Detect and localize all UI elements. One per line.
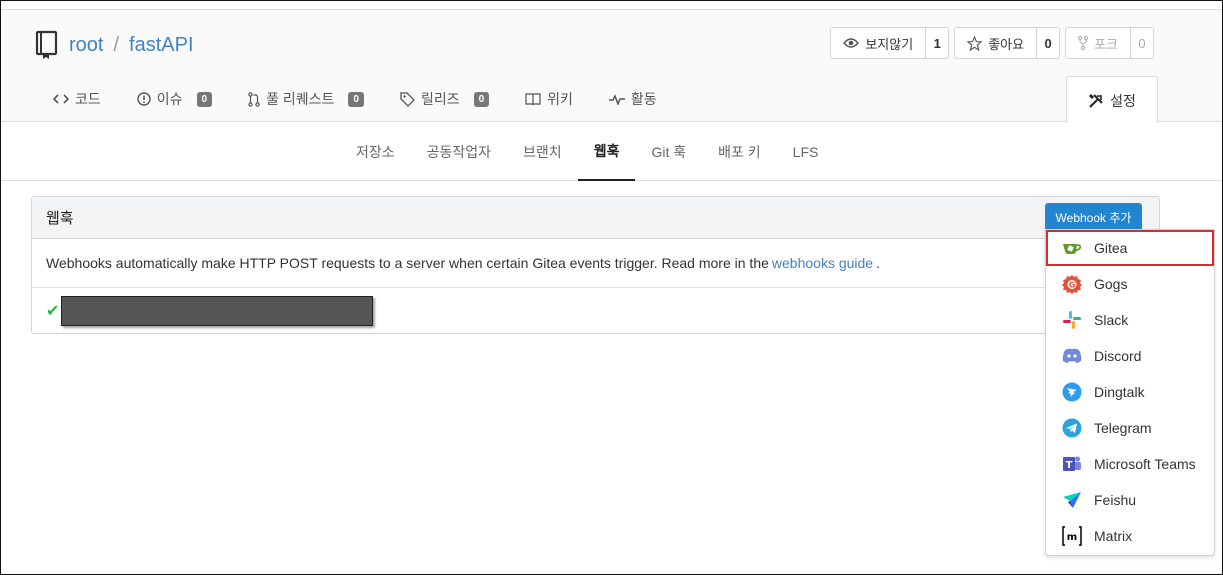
tab-issues-label: 이슈 [156,91,183,107]
repo-book-icon [35,30,58,59]
subnav-repository[interactable]: 저장소 [340,123,411,181]
subnav-git-hooks[interactable]: Git 훅 [635,123,702,181]
menu-item-slack-label: Slack [1094,312,1129,328]
webhooks-panel-title: 웹훅 [32,197,1159,239]
webhooks-description-end: . [876,255,880,271]
webhooks-guide-link[interactable]: webhooks guide [772,255,873,271]
menu-item-dingtalk-label: Dingtalk [1094,384,1145,400]
gitea-icon [1062,238,1082,258]
star-button[interactable]: 좋아요 0 [954,27,1061,59]
webhook-type-menu: Gitea G Gogs Slack Discord Dingtalk Tele… [1045,229,1215,556]
repo-name-link[interactable]: fastAPI [129,34,193,57]
star-count[interactable]: 0 [1037,28,1059,58]
menu-item-matrix[interactable]: m Matrix [1046,518,1214,554]
msteams-icon: T [1062,454,1082,474]
menu-item-gogs-label: Gogs [1094,276,1128,292]
svg-text:T: T [1066,460,1073,471]
menu-item-matrix-label: Matrix [1094,528,1133,544]
issues-count-badge: 0 [196,91,213,107]
webhooks-description: Webhooks automatically make HTTP POST re… [32,239,1159,288]
code-icon [53,94,69,104]
eye-icon [843,38,860,48]
menu-item-slack[interactable]: Slack [1046,302,1214,338]
menu-item-discord-label: Discord [1094,348,1142,364]
telegram-icon [1062,418,1082,438]
menu-item-gitea-label: Gitea [1094,240,1128,256]
webhook-row: ✔ [32,288,1159,333]
slack-icon [1062,310,1082,330]
fork-count[interactable]: 0 [1131,28,1153,58]
book-icon [525,92,541,105]
menu-item-msteams[interactable]: T Microsoft Teams [1046,446,1214,482]
menu-item-discord[interactable]: Discord [1046,338,1214,374]
star-icon [967,35,983,51]
tab-activity-label: 활동 [630,91,657,107]
watch-label: 보지않기 [865,36,914,52]
fork-icon [1078,36,1089,50]
repo-owner-link[interactable]: root [69,34,103,57]
menu-item-telegram-label: Telegram [1094,420,1152,436]
tab-issues[interactable]: 이슈 0 [119,88,230,110]
releases-count-badge: 0 [473,91,490,107]
repo-header: root / fastAPI 보지않기 1 좋아요 0 포크 0 코드 이슈 0… [1,9,1222,124]
menu-item-feishu-label: Feishu [1094,492,1137,508]
menu-item-msteams-label: Microsoft Teams [1094,456,1196,472]
tools-icon [1089,93,1103,108]
tab-pull-requests-label: 풀 리퀘스트 [266,91,335,107]
menu-item-dingtalk[interactable]: Dingtalk [1046,374,1214,410]
tab-pull-requests[interactable]: 풀 리퀘스트 0 [230,88,382,110]
add-webhook-button[interactable]: Webhook 추가 [1045,203,1142,231]
dingtalk-icon [1062,382,1082,402]
pulse-icon [608,94,625,105]
check-icon: ✔ [46,302,60,320]
subnav-collaborators[interactable]: 공동작업자 [411,123,507,181]
tab-activity[interactable]: 활동 [591,88,675,110]
menu-item-telegram[interactable]: Telegram [1046,410,1214,446]
issue-icon [137,92,151,106]
discord-icon [1062,346,1082,366]
subnav-branches[interactable]: 브랜치 [507,123,578,181]
webhook-url-redacted[interactable] [61,295,374,326]
repo-action-buttons: 보지않기 1 좋아요 0 포크 0 [830,27,1154,59]
app-frame: root / fastAPI 보지않기 1 좋아요 0 포크 0 코드 이슈 0… [0,0,1223,575]
menu-item-gogs[interactable]: G Gogs [1046,266,1214,302]
watch-count[interactable]: 1 [926,28,948,58]
tab-releases[interactable]: 릴리즈 0 [382,88,507,110]
menu-item-feishu[interactable]: Feishu [1046,482,1214,518]
tab-settings-label: 설정 [1110,92,1136,109]
tab-wiki[interactable]: 위키 [507,88,591,110]
settings-subnav: 저장소 공동작업자 브랜치 웹훅 Git 훅 배포 키 LFS [1,123,1222,181]
tab-code-label: 코드 [75,91,101,107]
fork-label: 포크 [1094,36,1118,52]
menu-item-gitea[interactable]: Gitea [1046,230,1214,266]
webhooks-description-text: Webhooks automatically make HTTP POST re… [46,255,769,271]
feishu-icon [1062,490,1082,510]
tag-icon [400,91,415,107]
watch-button[interactable]: 보지않기 1 [830,27,950,59]
tab-releases-label: 릴리즈 [420,91,460,107]
fork-button[interactable]: 포크 0 [1065,27,1154,59]
gogs-icon: G [1062,274,1082,294]
subnav-lfs[interactable]: LFS [777,123,835,181]
tab-settings[interactable]: 설정 [1066,76,1158,124]
tab-wiki-label: 위키 [547,91,573,107]
svg-text:m: m [1067,532,1077,543]
tab-code[interactable]: 코드 [35,88,119,110]
repo-title: root / fastAPI [35,30,194,60]
repo-tabs: 코드 이슈 0 풀 리퀘스트 0 릴리즈 0 위키 활동 [35,88,675,110]
pull-request-icon [248,91,260,107]
repo-separator: / [113,33,120,56]
webhooks-panel: 웹훅 Webhooks automatically make HTTP POST… [31,196,1160,334]
subnav-deploy-keys[interactable]: 배포 키 [702,123,777,181]
subnav-webhooks[interactable]: 웹훅 [577,123,636,181]
pull-requests-count-badge: 0 [348,91,364,107]
svg-text:G: G [1069,281,1076,290]
matrix-icon: m [1062,526,1082,546]
star-label: 좋아요 [988,36,1025,52]
